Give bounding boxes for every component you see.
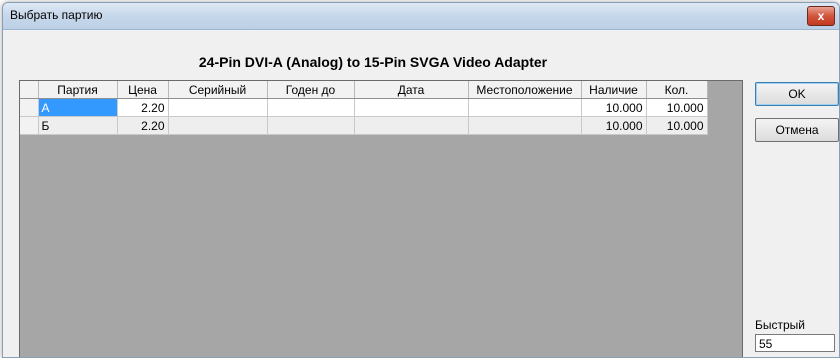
ok-button[interactable]: OK (755, 82, 839, 106)
title-bar[interactable]: Выбрать партию x (3, 3, 839, 30)
cell-serial[interactable] (168, 116, 268, 135)
column-header-serial[interactable]: Серийный (168, 81, 268, 99)
row-indicator-header (20, 81, 39, 99)
cell-batch[interactable]: А (38, 98, 118, 117)
cell-quantity[interactable]: 10.000 (646, 116, 708, 135)
cell-expiry[interactable] (267, 116, 355, 135)
cell-price[interactable]: 2.20 (117, 116, 169, 135)
cell-serial[interactable] (168, 98, 268, 117)
cell-date[interactable] (354, 98, 469, 117)
dialog-window: Выбрать партию x 24-Pin DVI-A (Analog) t… (2, 2, 840, 358)
dialog-body: 24-Pin DVI-A (Analog) to 15-Pin SVGA Vid… (3, 30, 839, 357)
batch-grid[interactable]: Партия Цена Серийный Годен до Дата Место… (19, 80, 743, 357)
column-header-available[interactable]: Наличие (581, 81, 647, 99)
cell-available[interactable]: 10.000 (581, 98, 647, 117)
cell-batch[interactable]: Б (38, 116, 118, 135)
cell-location[interactable] (468, 116, 582, 135)
quick-search-input[interactable]: 55 (755, 334, 835, 352)
row-indicator[interactable] (20, 116, 39, 135)
column-header-batch[interactable]: Партия (38, 81, 118, 99)
column-header-location[interactable]: Местоположение (468, 81, 582, 99)
column-header-expiry[interactable]: Годен до (267, 81, 355, 99)
close-icon: x (817, 9, 825, 23)
close-button[interactable]: x (807, 6, 835, 26)
cell-date[interactable] (354, 116, 469, 135)
batch-table: Партия Цена Серийный Годен до Дата Место… (20, 81, 708, 135)
column-header-quantity[interactable]: Кол. (646, 81, 708, 99)
cancel-button[interactable]: Отмена (755, 118, 839, 142)
quick-search-label: Быстрый (755, 318, 805, 332)
table-row[interactable]: Б 2.20 10.000 10.000 (20, 116, 708, 135)
cell-price[interactable]: 2.20 (117, 98, 169, 117)
cell-location[interactable] (468, 98, 582, 117)
cell-available[interactable]: 10.000 (581, 116, 647, 135)
cell-quantity[interactable]: 10.000 (646, 98, 708, 117)
column-header-price[interactable]: Цена (117, 81, 169, 99)
window-title: Выбрать партию (10, 8, 103, 22)
product-title: 24-Pin DVI-A (Analog) to 15-Pin SVGA Vid… (198, 54, 548, 70)
table-row[interactable]: А 2.20 10.000 10.000 (20, 98, 708, 117)
column-header-date[interactable]: Дата (354, 81, 469, 99)
cell-expiry[interactable] (267, 98, 355, 117)
row-indicator[interactable] (20, 98, 39, 117)
header-row: Партия Цена Серийный Годен до Дата Место… (20, 81, 708, 99)
